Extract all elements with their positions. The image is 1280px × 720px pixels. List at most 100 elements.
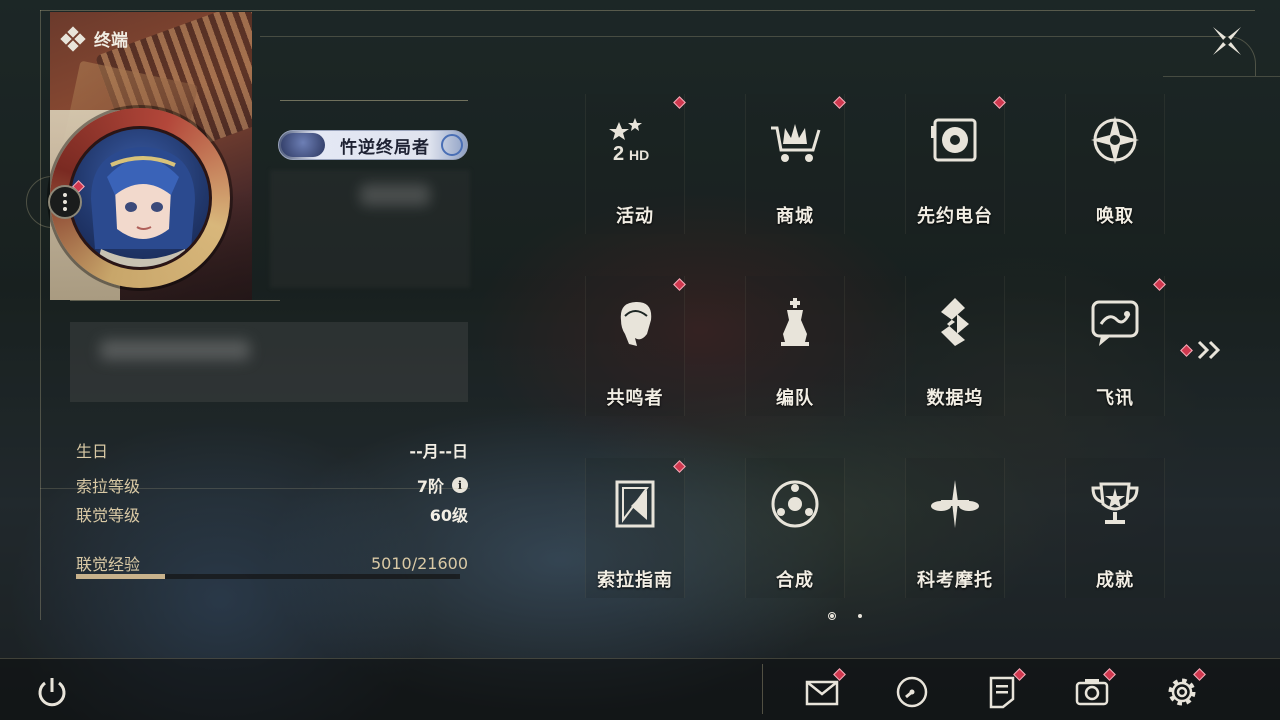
menu-item-label: 飞讯 bbox=[1096, 388, 1134, 409]
notification-badge bbox=[673, 278, 686, 291]
menu-item-shop[interactable]: 商城 bbox=[745, 94, 846, 234]
swirl-icon bbox=[441, 134, 463, 156]
redacted-info-area bbox=[270, 170, 470, 288]
menu-item-resonators[interactable]: 共鸣者 bbox=[585, 276, 686, 416]
union-exp-bar bbox=[76, 574, 460, 579]
page-dot[interactable] bbox=[858, 614, 862, 618]
union-exp-value: 5010/21600 bbox=[370, 553, 468, 573]
menu-item-team[interactable]: 编队 bbox=[745, 276, 845, 416]
notification-badge bbox=[833, 96, 846, 109]
notification-badge bbox=[1153, 278, 1166, 291]
function-menu-grid: 2 HD 活动 商城 先约电台 唤取 共鸣者 编队 数据坞 飞讯 索拉指南 合成… bbox=[585, 94, 1225, 640]
menu-item-events[interactable]: 2 HD 活动 bbox=[585, 94, 686, 234]
camera-icon bbox=[1075, 679, 1109, 706]
close-icon bbox=[1213, 27, 1241, 55]
menu-item-label: 商城 bbox=[776, 206, 814, 227]
page-indicator bbox=[828, 612, 862, 620]
notification-badge bbox=[673, 96, 686, 109]
divider bbox=[70, 300, 280, 301]
union-level-label: 联觉等级 bbox=[76, 506, 141, 525]
title-plate[interactable]: 忤逆终局者 bbox=[278, 130, 468, 160]
guidebook-icon bbox=[603, 472, 667, 536]
clock-button[interactable] bbox=[892, 672, 932, 712]
avatar-options-button[interactable] bbox=[48, 185, 82, 219]
team-chess-icon bbox=[763, 290, 827, 354]
frame-line bbox=[40, 10, 1255, 11]
union-exp-fill bbox=[76, 574, 166, 579]
menu-item-motorcycle[interactable]: 科考摩托 bbox=[905, 458, 1005, 598]
frame-line bbox=[1163, 76, 1280, 77]
page-title: 终端 bbox=[94, 31, 128, 51]
close-button[interactable] bbox=[1208, 22, 1246, 60]
page-dot-active[interactable] bbox=[828, 612, 836, 620]
resonator-head-icon bbox=[603, 290, 667, 354]
data-bank-icon bbox=[923, 290, 987, 354]
birthday-row: 生日 --月--日 bbox=[76, 438, 468, 462]
sola-level-label: 索拉等级 bbox=[76, 477, 141, 496]
power-button[interactable] bbox=[32, 672, 72, 712]
bottom-divider bbox=[762, 664, 763, 714]
menu-item-label: 合成 bbox=[776, 570, 814, 591]
mail-button[interactable] bbox=[802, 668, 846, 712]
menu-item-label: 索拉指南 bbox=[597, 570, 673, 591]
plate-portrait bbox=[281, 133, 325, 157]
menu-item-label: 共鸣者 bbox=[606, 388, 664, 409]
trophy-icon bbox=[1083, 472, 1147, 536]
svg-text:2: 2 bbox=[613, 143, 624, 165]
next-page-button[interactable] bbox=[1180, 340, 1223, 360]
menu-item-label: 数据坞 bbox=[926, 388, 984, 409]
notes-button[interactable] bbox=[982, 668, 1026, 712]
notification-badge bbox=[673, 460, 686, 473]
shop-cart-icon bbox=[763, 108, 827, 172]
power-icon bbox=[38, 678, 66, 707]
menu-item-radio[interactable]: 先约电台 bbox=[905, 94, 1006, 234]
info-icon[interactable]: i bbox=[452, 477, 468, 493]
menu-item-label: 先约电台 bbox=[917, 206, 993, 227]
union-level-value: 60级 bbox=[429, 506, 468, 525]
menu-item-guidebook[interactable]: 索拉指南 bbox=[585, 458, 686, 598]
menu-item-label: 活动 bbox=[616, 206, 654, 227]
motorcycle-icon bbox=[923, 472, 987, 536]
radio-icon bbox=[923, 108, 987, 172]
divider bbox=[280, 100, 468, 101]
title-plate-text: 忤逆终局者 bbox=[340, 137, 430, 158]
menu-item-convene[interactable]: 唤取 bbox=[1065, 94, 1165, 234]
avatar-portrait bbox=[91, 147, 195, 267]
menu-item-label: 成就 bbox=[1096, 570, 1134, 591]
avatar[interactable] bbox=[68, 126, 212, 270]
convene-compass-icon bbox=[1083, 108, 1147, 172]
diamond-cluster-icon bbox=[60, 25, 86, 52]
menu-item-label: 唤取 bbox=[1096, 206, 1134, 227]
notification-badge bbox=[1180, 343, 1193, 357]
union-exp-row: 联觉经验 5010/21600 bbox=[76, 551, 468, 575]
union-exp-label: 联觉经验 bbox=[76, 555, 141, 574]
menu-item-label: 科考摩托 bbox=[917, 570, 993, 591]
menu-item-synthesis[interactable]: 合成 bbox=[745, 458, 845, 598]
frame-line bbox=[260, 36, 1160, 37]
notification-badge bbox=[993, 96, 1006, 109]
union-level-row: 联觉等级 60级 bbox=[76, 502, 468, 526]
sola-level-row: 索拉等级 7阶 i bbox=[76, 473, 468, 497]
mail-icon bbox=[805, 680, 839, 706]
svg-text:HD: HD bbox=[629, 147, 649, 163]
clock-icon bbox=[896, 676, 928, 708]
double-chevron-right-icon bbox=[1197, 340, 1221, 360]
sola-level-value: 7阶 bbox=[416, 477, 444, 496]
settings-gear-icon bbox=[1168, 678, 1196, 706]
menu-item-achievements[interactable]: 成就 bbox=[1065, 458, 1165, 598]
synthesis-icon bbox=[763, 472, 827, 536]
event-2hd-icon: 2 HD bbox=[603, 108, 667, 172]
birthday-value: --月--日 bbox=[409, 442, 468, 461]
menu-item-label: 编队 bbox=[776, 388, 814, 409]
divider bbox=[40, 488, 470, 489]
message-bubble-icon bbox=[1083, 290, 1147, 354]
camera-button[interactable] bbox=[1072, 668, 1116, 712]
notes-icon bbox=[989, 676, 1015, 709]
redacted-signature-area bbox=[70, 322, 468, 402]
menu-item-data-bank[interactable]: 数据坞 bbox=[905, 276, 1005, 416]
menu-item-messages[interactable]: 飞讯 bbox=[1065, 276, 1166, 416]
birthday-label: 生日 bbox=[76, 442, 109, 461]
frame-line bbox=[40, 10, 41, 620]
settings-button[interactable] bbox=[1162, 668, 1206, 712]
terminal-title: 终端 bbox=[60, 25, 128, 52]
